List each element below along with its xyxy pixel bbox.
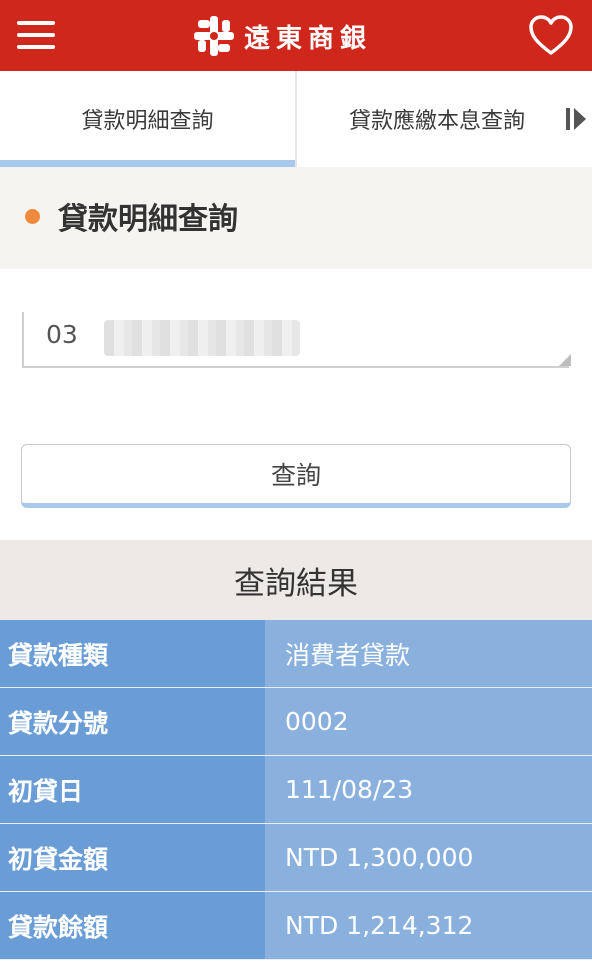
query-button[interactable]: 查詢 xyxy=(21,444,571,508)
bank-name: 遠東商銀 xyxy=(244,23,373,54)
row-label: 初貸金額 xyxy=(0,824,265,891)
row-value: 111/08/23 xyxy=(265,756,592,823)
menu-icon[interactable] xyxy=(17,20,55,50)
table-row: 初貸金額 NTD 1,300,000 xyxy=(0,824,592,892)
table-row: 貸款種類 消費者貸款 xyxy=(0,620,592,688)
active-tab-indicator xyxy=(0,160,295,167)
tab-loan-payment[interactable]: 貸款應繳本息查詢 xyxy=(297,71,557,167)
bank-logo-icon xyxy=(194,16,234,56)
bank-logo: 遠東商銀 xyxy=(192,14,372,58)
account-selector[interactable]: 03 xyxy=(22,312,571,370)
account-number-prefix: 03 xyxy=(46,320,78,349)
section-bullet-icon xyxy=(25,209,40,224)
page-title: 貸款明細查詢 xyxy=(58,202,238,237)
row-label: 貸款分號 xyxy=(0,688,265,755)
section-header: 貸款明細查詢 xyxy=(0,167,592,269)
row-value: 0002 xyxy=(265,688,592,755)
heart-icon[interactable] xyxy=(528,15,574,57)
table-row: 貸款分號 0002 xyxy=(0,688,592,756)
results-title: 查詢結果 xyxy=(0,540,592,620)
app-header: 遠東商銀 xyxy=(0,0,592,71)
tab-scroll-right-icon[interactable] xyxy=(566,106,588,132)
row-value: NTD 1,214,312 xyxy=(265,892,592,959)
table-row: 初貸日 111/08/23 xyxy=(0,756,592,824)
tab-bar: 貸款明細查詢 貸款應繳本息查詢 xyxy=(0,71,592,167)
row-value: 消費者貸款 xyxy=(265,620,592,687)
row-label: 貸款種類 xyxy=(0,620,265,687)
tab-loan-details[interactable]: 貸款明細查詢 xyxy=(0,71,295,167)
masked-account-number xyxy=(104,320,300,356)
dropdown-corner-icon xyxy=(559,354,571,366)
row-label: 初貸日 xyxy=(0,756,265,823)
results-table: 貸款種類 消費者貸款 貸款分號 0002 初貸日 111/08/23 初貸金額 … xyxy=(0,620,592,960)
table-row: 貸款餘額 NTD 1,214,312 xyxy=(0,892,592,960)
row-label: 貸款餘額 xyxy=(0,892,265,959)
row-value: NTD 1,300,000 xyxy=(265,824,592,891)
